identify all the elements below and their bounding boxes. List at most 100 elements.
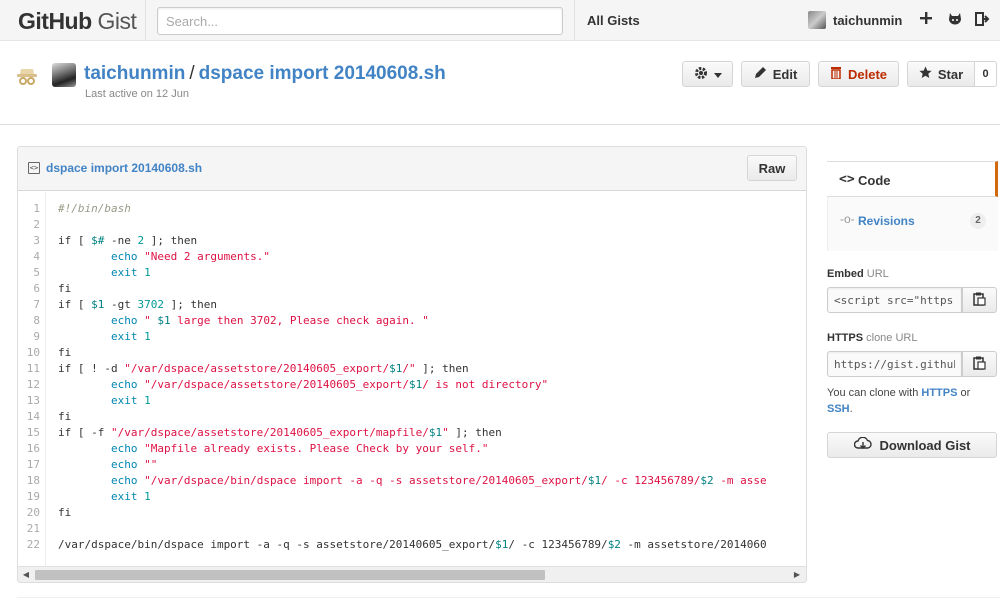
clone-ssh-link[interactable]: SSH — [827, 403, 850, 415]
line-number[interactable]: 5 — [18, 265, 40, 281]
line-number[interactable]: 21 — [18, 521, 40, 537]
code-text: fi — [58, 282, 72, 295]
code-text: exit 1 — [110, 490, 151, 503]
copy-embed-button[interactable] — [962, 287, 997, 313]
download-gist-button[interactable]: Download Gist — [827, 432, 997, 458]
clipboard-icon — [973, 292, 986, 309]
line-number[interactable]: 16 — [18, 441, 40, 457]
code-text: if [ $1 -gt 3702 ]; then — [58, 298, 217, 311]
code-line: 17 echo "" — [18, 457, 806, 473]
code-icon: <> — [839, 172, 855, 187]
code-line: 15 if [ -f "/var/dspace/assetstore/201406… — [18, 425, 806, 441]
line-number[interactable]: 6 — [18, 281, 40, 297]
star-icon — [919, 66, 932, 82]
download-label: Download Gist — [879, 437, 971, 453]
scroll-left-icon[interactable]: ◀ — [21, 570, 31, 580]
line-number[interactable]: 20 — [18, 505, 40, 521]
github-gist-logo[interactable]: GitHub Gist — [18, 8, 137, 35]
code-text: if [ ! -d "/var/dspace/assetstore/201406… — [58, 362, 469, 375]
line-number[interactable]: 1 — [18, 201, 40, 217]
raw-button[interactable]: Raw — [747, 155, 797, 181]
code-line: 20 fi — [18, 505, 806, 521]
edit-label: Edit — [772, 66, 798, 82]
line-number[interactable]: 19 — [18, 489, 40, 505]
revisions-count-badge: 2 — [970, 213, 986, 229]
line-number[interactable]: 18 — [18, 473, 40, 489]
embed-url-field[interactable] — [827, 287, 962, 313]
https-clone-label: HTTPS clone URL — [827, 332, 918, 344]
horizontal-scrollbar[interactable]: ◀ ▶ — [18, 566, 806, 582]
username-link[interactable]: taichunmin — [833, 13, 902, 28]
code-line: 6 fi — [18, 281, 806, 297]
gist-header: taichunmin / dspace import 20140608.sh Las… — [0, 41, 1000, 125]
code-line: 11 if [ ! -d "/var/dspace/assetstore/2014… — [18, 361, 806, 377]
clipboard-icon — [973, 356, 986, 373]
filename-link[interactable]: dspace import 20140608.sh — [46, 161, 202, 175]
https-clone-url-field[interactable] — [827, 351, 962, 377]
plus-icon[interactable] — [917, 11, 935, 29]
code-text: /var/dspace/bin/dspace import -a -q -s a… — [58, 538, 767, 551]
gear-icon — [694, 66, 708, 83]
line-number[interactable]: 9 — [18, 329, 40, 345]
gist-name-link[interactable]: dspace import 20140608.sh — [199, 63, 446, 84]
line-number[interactable]: 22 — [18, 537, 40, 553]
secret-gist-icon — [15, 63, 39, 87]
line-number[interactable]: 4 — [18, 249, 40, 265]
code-line: 8 echo " $1 large then 3702, Please chec… — [18, 313, 806, 329]
code-text: echo "/var/dspace/assetstore/20140605_ex… — [110, 378, 549, 391]
tab-revisions[interactable]: -o- Revisions 2 — [827, 197, 998, 251]
code-text: if [ -f "/var/dspace/assetstore/20140605… — [58, 426, 502, 439]
code-view[interactable]: 1 #!/bin/bash 2 3 if [ $# -ne 2 ]; then 4 ech… — [18, 192, 806, 566]
star-label: Star — [937, 66, 964, 82]
clone-https-link[interactable]: HTTPS — [921, 387, 957, 399]
file-box: <> dspace import 20140608.sh Raw 1 #!/bin… — [17, 146, 807, 583]
divider — [574, 0, 575, 41]
scroll-right-icon[interactable]: ▶ — [792, 570, 802, 580]
line-number[interactable]: 11 — [18, 361, 40, 377]
code-text: exit 1 — [110, 330, 151, 343]
edit-button[interactable]: Edit — [741, 61, 810, 87]
line-number[interactable]: 2 — [18, 217, 40, 233]
line-number[interactable]: 13 — [18, 393, 40, 409]
code-text: fi — [58, 506, 72, 519]
file-header: <> dspace import 20140608.sh Raw — [18, 147, 806, 191]
avatar[interactable] — [52, 63, 76, 87]
code-line: 3 if [ $# -ne 2 ]; then — [18, 233, 806, 249]
all-gists-link[interactable]: All Gists — [587, 13, 640, 28]
tab-code[interactable]: <> Code — [827, 161, 998, 197]
avatar[interactable] — [808, 11, 826, 29]
line-number[interactable]: 8 — [18, 313, 40, 329]
pencil-icon — [754, 66, 767, 82]
code-text: echo "/var/dspace/bin/dspace import -a -… — [110, 474, 767, 487]
code-text: echo " $1 large then 3702, Please check … — [110, 314, 429, 327]
code-text: fi — [58, 346, 72, 359]
scrollbar-thumb[interactable] — [35, 570, 545, 580]
code-text: #!/bin/bash — [58, 202, 131, 215]
divider — [145, 0, 146, 41]
code-line: 4 echo "Need 2 arguments." — [18, 249, 806, 265]
octocat-icon[interactable] — [946, 11, 964, 29]
code-line: 9 exit 1 — [18, 329, 806, 345]
copy-clone-url-button[interactable] — [962, 351, 997, 377]
delete-button[interactable]: Delete — [818, 61, 899, 87]
settings-dropdown-button[interactable] — [682, 61, 733, 87]
line-number[interactable]: 7 — [18, 297, 40, 313]
sign-out-icon[interactable] — [973, 11, 991, 29]
search-input[interactable] — [157, 7, 563, 35]
line-number[interactable]: 14 — [18, 409, 40, 425]
top-bar: GitHub Gist All Gists taichunmin — [0, 0, 1000, 41]
code-line: 1 #!/bin/bash — [18, 201, 806, 217]
line-number[interactable]: 17 — [18, 457, 40, 473]
code-line: 19 exit 1 — [18, 489, 806, 505]
owner-link[interactable]: taichunmin — [84, 63, 185, 84]
line-number[interactable]: 10 — [18, 345, 40, 361]
code-text: echo "" — [110, 458, 158, 471]
code-line: 21 — [18, 521, 806, 537]
line-number[interactable]: 12 — [18, 377, 40, 393]
line-number[interactable]: 3 — [18, 233, 40, 249]
code-line: 2 — [18, 217, 806, 233]
star-count[interactable]: 0 — [975, 61, 997, 87]
line-number[interactable]: 15 — [18, 425, 40, 441]
chevron-down-icon — [713, 67, 722, 82]
star-button[interactable]: Star — [907, 61, 975, 87]
